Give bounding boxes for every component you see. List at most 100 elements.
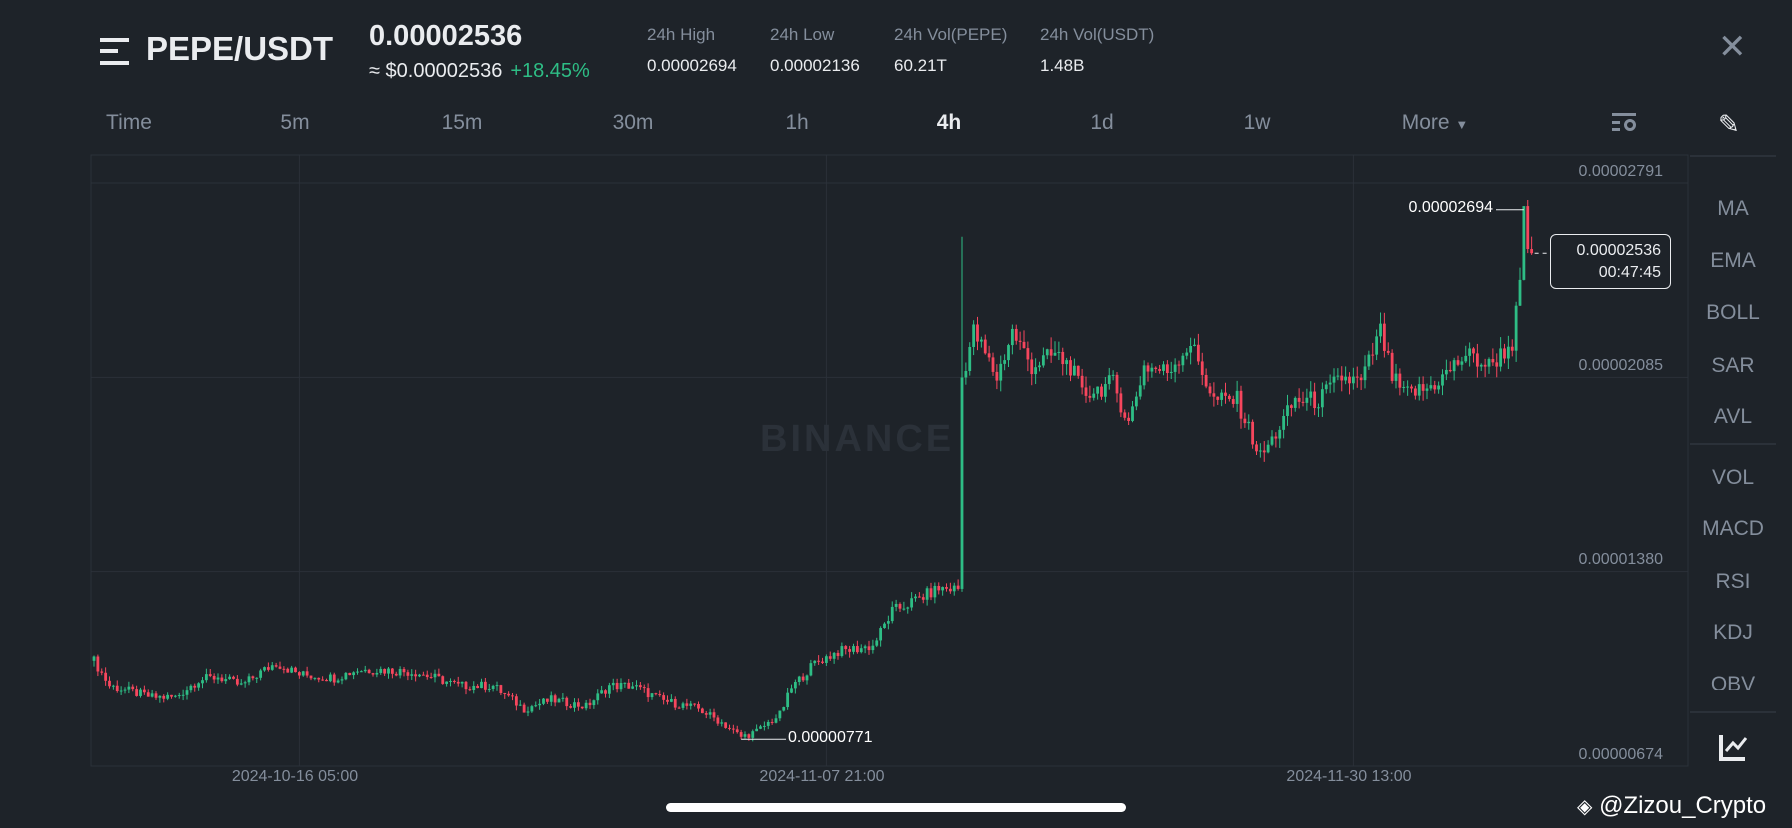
candle-body xyxy=(1200,361,1204,375)
candle-body xyxy=(189,685,193,691)
candle-body xyxy=(902,608,906,610)
candle-body xyxy=(224,679,228,682)
candlestick-chart[interactable] xyxy=(0,0,1792,828)
candle-body xyxy=(433,673,437,678)
candle-body xyxy=(538,703,542,706)
candle-body xyxy=(619,682,623,690)
candle-body xyxy=(1359,377,1363,381)
candle-body xyxy=(762,725,766,727)
candle-body xyxy=(402,668,406,673)
candle-body xyxy=(150,693,154,697)
candle-body xyxy=(1355,376,1359,378)
credit-watermark: ◈ @Zizou_Crypto xyxy=(1577,792,1766,820)
candle-body xyxy=(177,695,181,697)
candle-body xyxy=(724,722,728,728)
candle-body xyxy=(933,585,937,598)
candle-body xyxy=(406,672,410,676)
candle-body xyxy=(976,324,979,342)
candle-body xyxy=(960,377,964,589)
candle-body xyxy=(1324,384,1328,390)
candle-body xyxy=(398,668,402,676)
candle-body xyxy=(786,692,790,708)
candle-body xyxy=(1305,397,1309,403)
candle-body xyxy=(832,652,836,659)
credit-text: @Zizou_Crypto xyxy=(1599,792,1767,819)
candle-body xyxy=(1433,385,1437,390)
candle-body xyxy=(1123,412,1127,418)
candle-body xyxy=(1417,384,1421,396)
candle-body xyxy=(669,698,673,702)
candle-body xyxy=(631,686,635,689)
candle-body xyxy=(1421,384,1425,391)
candle-body xyxy=(193,685,197,688)
candle-body xyxy=(999,363,1003,381)
candle-body xyxy=(956,585,960,589)
candle-body xyxy=(1479,364,1483,367)
candle-body xyxy=(1251,421,1255,445)
candle-body xyxy=(1131,406,1134,421)
candle-body xyxy=(716,717,720,724)
candle-body xyxy=(1514,305,1518,351)
candle-body xyxy=(840,646,844,656)
candle-body xyxy=(437,673,441,677)
candle-body xyxy=(658,694,662,696)
candle-body xyxy=(879,628,883,641)
candle-body xyxy=(135,689,139,696)
candle-body xyxy=(278,666,282,669)
candle-body xyxy=(1057,351,1061,353)
candle-body xyxy=(805,675,809,681)
candle-body xyxy=(855,646,859,653)
candle-body xyxy=(797,676,801,683)
candle-body xyxy=(662,695,666,700)
candle-body xyxy=(1255,444,1258,452)
candle-body xyxy=(387,668,390,674)
candle-body xyxy=(146,692,150,697)
candle-body xyxy=(1425,388,1429,391)
candle-body xyxy=(910,598,914,608)
candle-body xyxy=(313,677,317,679)
candle-body xyxy=(1468,348,1472,356)
candle-body xyxy=(1398,373,1402,388)
candle-body xyxy=(131,686,135,690)
candle-body xyxy=(1061,351,1065,365)
candle-body xyxy=(1348,376,1351,384)
candle-body xyxy=(654,693,658,695)
candle-body xyxy=(344,672,348,680)
y-tick-label: 0.00002791 xyxy=(1578,163,1663,180)
candle-body xyxy=(871,645,875,651)
candle-body xyxy=(964,370,968,378)
candle-body xyxy=(491,685,495,689)
candle-body xyxy=(553,695,557,703)
candle-body xyxy=(499,685,503,693)
candle-body xyxy=(476,685,480,689)
candle-body xyxy=(592,700,596,706)
candle-body xyxy=(859,648,863,653)
candle-body xyxy=(514,696,518,706)
candle-body xyxy=(511,695,514,697)
candle-body xyxy=(1162,364,1165,371)
candle-body xyxy=(286,668,290,673)
candle-body xyxy=(1437,385,1441,390)
candle-body xyxy=(127,686,131,690)
candle-body xyxy=(712,712,716,718)
candle-body xyxy=(1065,360,1069,365)
candle-body xyxy=(766,721,770,726)
candle-body xyxy=(925,588,929,600)
home-indicator[interactable] xyxy=(666,803,1126,812)
candle-body xyxy=(972,324,976,347)
candle-body xyxy=(111,685,115,687)
candle-body xyxy=(1212,393,1216,397)
candle-body xyxy=(352,672,356,676)
candle-body xyxy=(255,677,259,679)
candle-body xyxy=(921,597,925,600)
candle-body xyxy=(1189,345,1193,353)
candle-body xyxy=(290,667,294,673)
candle-body xyxy=(929,588,933,598)
candle-body xyxy=(1506,346,1510,359)
candle-body xyxy=(208,674,212,676)
candle-body xyxy=(739,732,743,737)
y-tick-label: 0.00002085 xyxy=(1578,357,1663,374)
candle-body xyxy=(158,695,162,698)
candle-body xyxy=(948,588,952,592)
candle-body xyxy=(104,672,108,681)
